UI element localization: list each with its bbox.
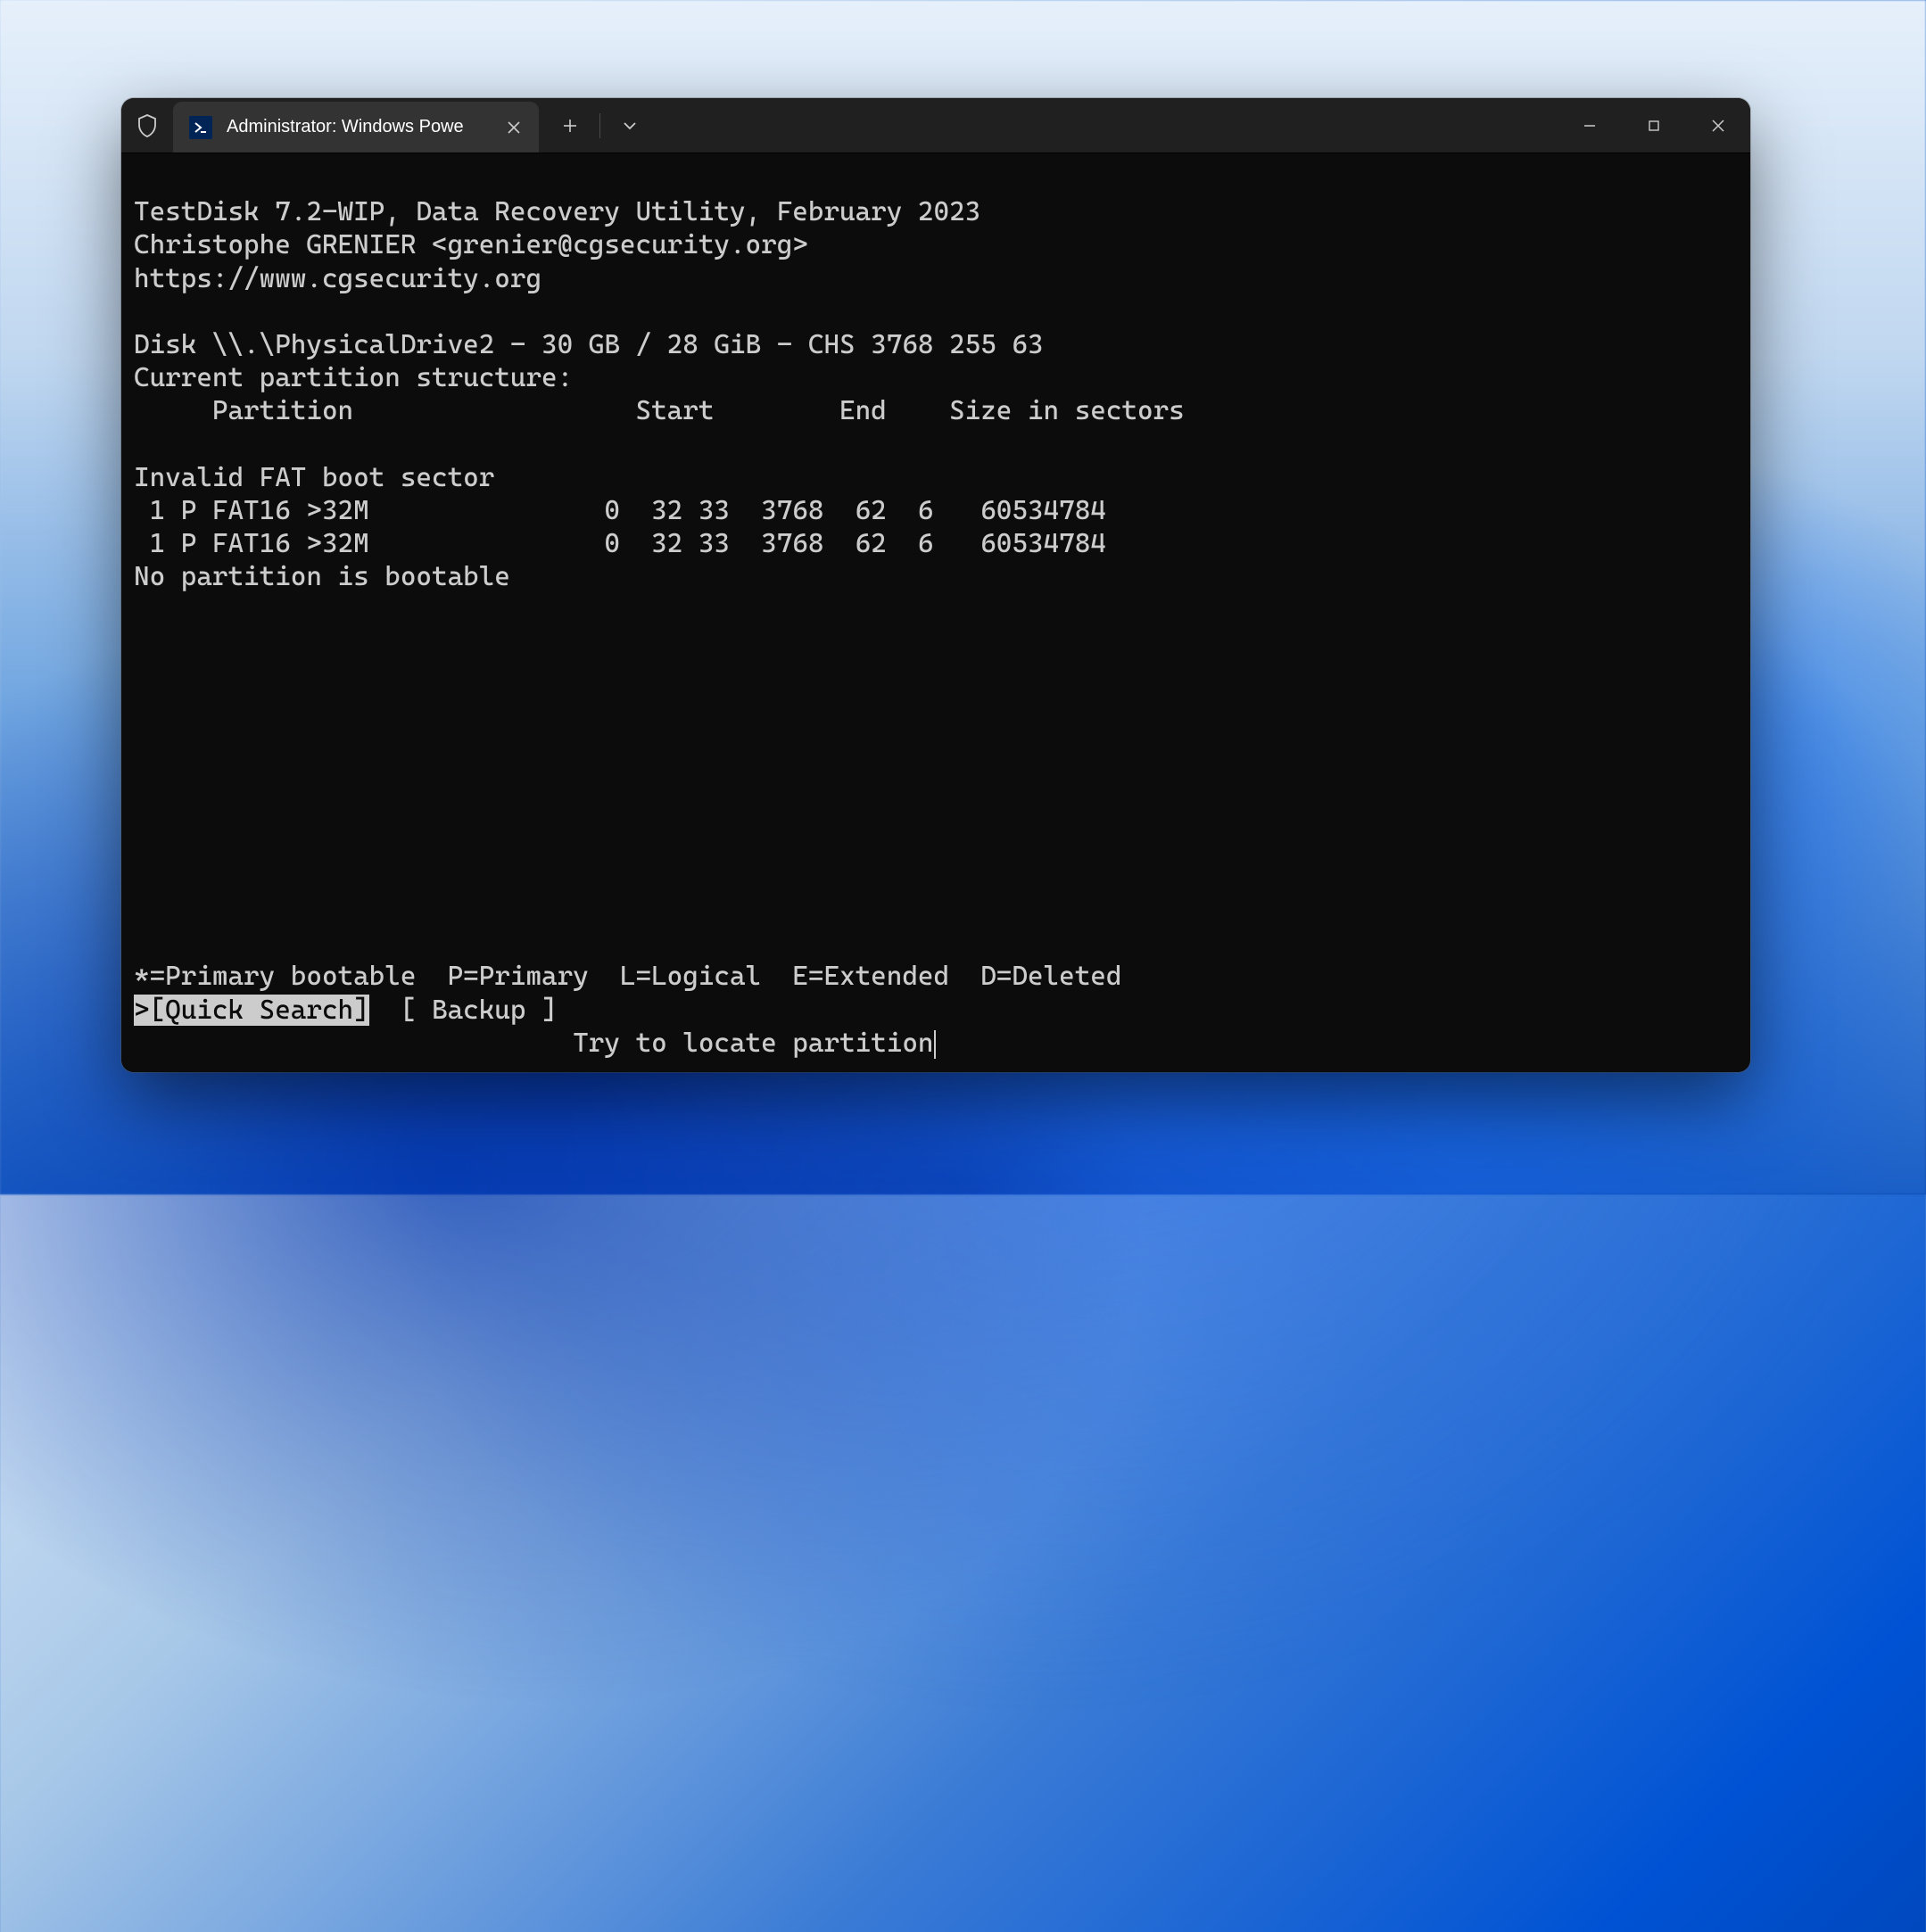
tab-title: Administrator: Windows Powe [227,117,491,137]
terminal-content: TestDisk 7.2-WIP, Data Recovery Utility,… [134,162,1738,1060]
term-line: Partition Start End Size in sectors [134,395,1185,426]
text-cursor [934,1030,936,1059]
term-line: No partition is bootable [134,561,510,592]
term-line: TestDisk 7.2-WIP, Data Recovery Utility,… [134,196,980,227]
terminal-body[interactable]: TestDisk 7.2-WIP, Data Recovery Utility,… [121,153,1750,1072]
new-tab-button[interactable] [546,98,594,153]
hint-prefix [134,1028,573,1059]
maximize-button[interactable] [1622,98,1686,153]
tab-actions [539,98,654,153]
term-line: 1 P FAT16 >32M 0 32 33 3768 62 6 6053478… [134,528,1106,559]
window-controls [1558,98,1750,153]
minimize-button[interactable] [1558,98,1622,153]
tab-active[interactable]: Administrator: Windows Powe [173,102,539,153]
term-legend: *=Primary bootable P=Primary L=Logical E… [134,961,1121,992]
menu-quick-search[interactable]: >[Quick Search] [134,995,369,1026]
menu-gap [369,995,401,1026]
tab-separator [599,113,600,138]
tab-close-button[interactable] [501,115,526,140]
close-button[interactable] [1686,98,1750,153]
term-line: 1 P FAT16 >32M 0 32 33 3768 62 6 6053478… [134,495,1106,526]
menu-backup[interactable]: [ Backup ] [401,995,558,1026]
term-line: Invalid FAT boot sector [134,462,494,493]
titlebar-drag-area[interactable] [654,98,1558,153]
term-line: Christophe GRENIER <grenier@cgsecurity.o… [134,229,808,260]
term-line: Disk \\.\PhysicalDrive2 - 30 GB / 28 GiB… [134,329,1044,360]
term-line: https://www.cgsecurity.org [134,263,541,294]
tab-dropdown-button[interactable] [606,98,654,153]
titlebar[interactable]: Administrator: Windows Powe [121,98,1750,153]
term-line: Current partition structure: [134,362,573,393]
powershell-icon [189,116,212,139]
hint-text: Try to locate partition [573,1028,933,1059]
shield-icon [121,98,173,153]
terminal-window: Administrator: Windows Powe [121,98,1750,1072]
